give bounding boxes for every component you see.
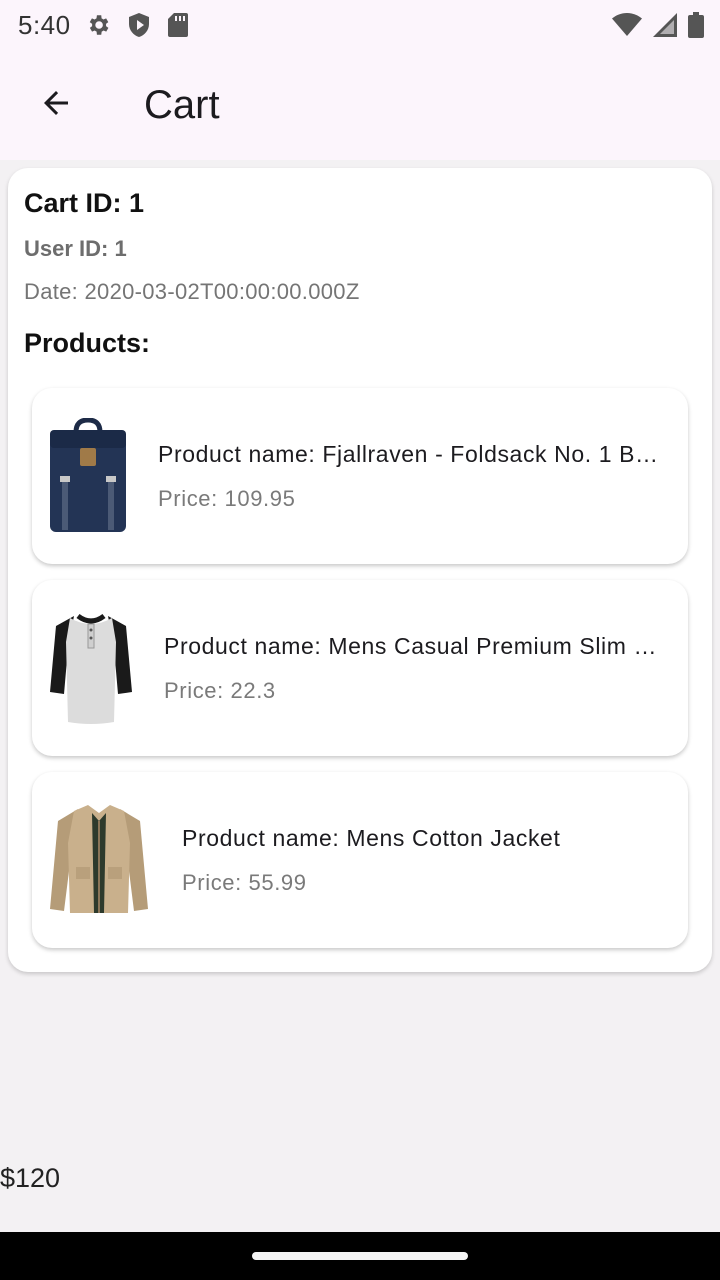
page-title: Cart bbox=[144, 82, 220, 127]
jacket-image bbox=[48, 803, 150, 917]
product-price: Price: 109.95 bbox=[158, 485, 296, 511]
gear-icon bbox=[85, 12, 111, 38]
product-item[interactable]: Product name: Fjallraven - Foldsack No. … bbox=[32, 388, 688, 564]
product-price: Price: 22.3 bbox=[164, 677, 276, 703]
status-bar: 5:40 bbox=[0, 0, 720, 50]
cart-card: Cart ID: 1 User ID: 1 Date: 2020-03-02T0… bbox=[8, 168, 712, 972]
status-icons-left bbox=[85, 12, 189, 38]
user-id: User ID: 1 bbox=[24, 236, 127, 261]
cart-total: $120 bbox=[0, 1163, 61, 1193]
cart-date: Date: 2020-03-02T00:00:00.000Z bbox=[24, 279, 360, 304]
home-indicator[interactable] bbox=[252, 1252, 468, 1260]
product-name: Product name: Mens Casual Premium Slim F… bbox=[164, 632, 664, 659]
product-price: Price: 55.99 bbox=[182, 869, 307, 895]
backpack-image bbox=[48, 418, 128, 534]
app-bar: Cart bbox=[0, 50, 720, 160]
back-button[interactable] bbox=[28, 77, 84, 133]
product-name: Product name: Fjallraven - Foldsack No. … bbox=[158, 440, 664, 467]
sd-card-icon bbox=[167, 12, 189, 38]
status-time: 5:40 bbox=[18, 9, 71, 40]
product-item[interactable]: Product name: Mens Casual Premium Slim F… bbox=[32, 580, 688, 756]
product-name: Product name: Mens Cotton Jacket bbox=[182, 824, 561, 851]
cart-id: Cart ID: 1 bbox=[24, 188, 145, 218]
navigation-bar bbox=[0, 1232, 720, 1280]
status-icons-right bbox=[612, 12, 704, 38]
arrow-left-icon bbox=[38, 85, 74, 126]
shield-icon bbox=[127, 12, 151, 38]
battery-icon bbox=[688, 12, 704, 38]
signal-icon bbox=[652, 12, 678, 38]
products-heading: Products: bbox=[24, 328, 151, 358]
product-item[interactable]: Product name: Mens Cotton Jacket Price: … bbox=[32, 772, 688, 948]
wifi-icon bbox=[612, 13, 642, 37]
tshirt-image bbox=[48, 612, 134, 724]
